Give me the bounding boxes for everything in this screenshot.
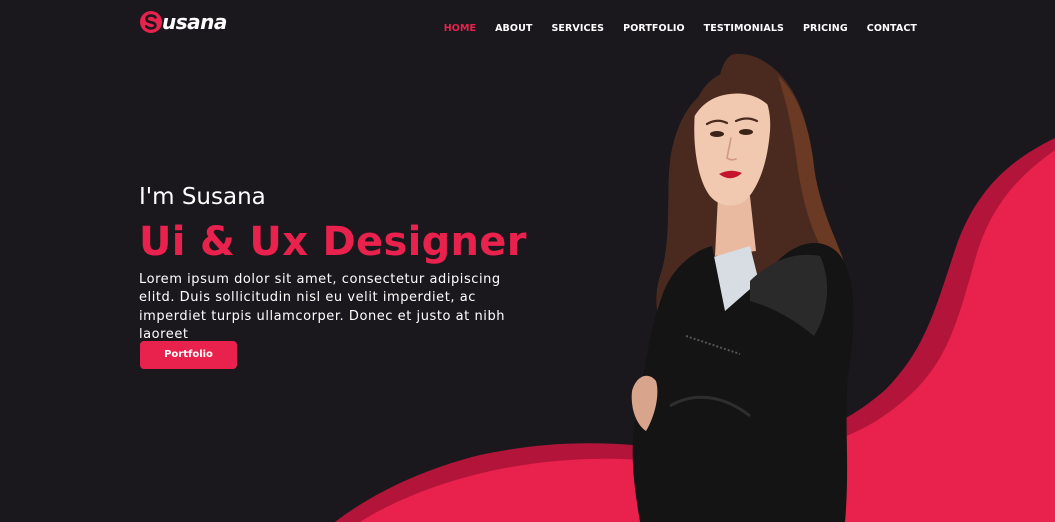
portrait-left-eye xyxy=(710,131,724,137)
hero-section: I'm Susana Ui & Ux Designer Lorem ipsum … xyxy=(139,182,559,345)
nav-item-about: ABOUT xyxy=(495,16,532,35)
nav-item-services: SERVICES xyxy=(551,16,604,35)
hero-intro: I'm Susana xyxy=(139,184,266,210)
nav-link-services[interactable]: SERVICES xyxy=(551,23,604,34)
hero-description: Lorem ipsum dolor sit amet, consectetur … xyxy=(139,272,506,343)
nav-link-home[interactable]: HOME xyxy=(444,23,476,34)
hero-title: Ui & Ux Designer xyxy=(139,219,527,265)
nav-link-pricing[interactable]: PRICING xyxy=(803,23,848,34)
nav-item-contact: CONTACT xyxy=(867,16,917,35)
nav-link-contact[interactable]: CONTACT xyxy=(867,23,917,34)
nav-link-about[interactable]: ABOUT xyxy=(495,23,532,34)
portrait-right-eye xyxy=(739,129,753,135)
woman-portrait-icon xyxy=(631,53,854,522)
nav-item-home: HOME xyxy=(444,16,476,35)
nav-item-portfolio: PORTFOLIO xyxy=(623,16,685,35)
logo-s-icon xyxy=(140,11,162,33)
site-header: usana HOME ABOUT SERVICES PORTFOLIO TEST… xyxy=(0,0,1055,46)
nav-item-pricing: PRICING xyxy=(803,16,848,35)
portfolio-button[interactable]: Portfolio xyxy=(140,341,237,369)
brand-logo[interactable]: usana xyxy=(139,10,227,34)
nav-item-testimonials: TESTIMONIALS xyxy=(704,16,784,35)
brand-name: usana xyxy=(162,10,227,34)
main-navigation: HOME ABOUT SERVICES PORTFOLIO TESTIMONIA… xyxy=(444,16,917,35)
nav-link-portfolio[interactable]: PORTFOLIO xyxy=(623,23,685,34)
nav-link-testimonials[interactable]: TESTIMONIALS xyxy=(704,23,784,34)
